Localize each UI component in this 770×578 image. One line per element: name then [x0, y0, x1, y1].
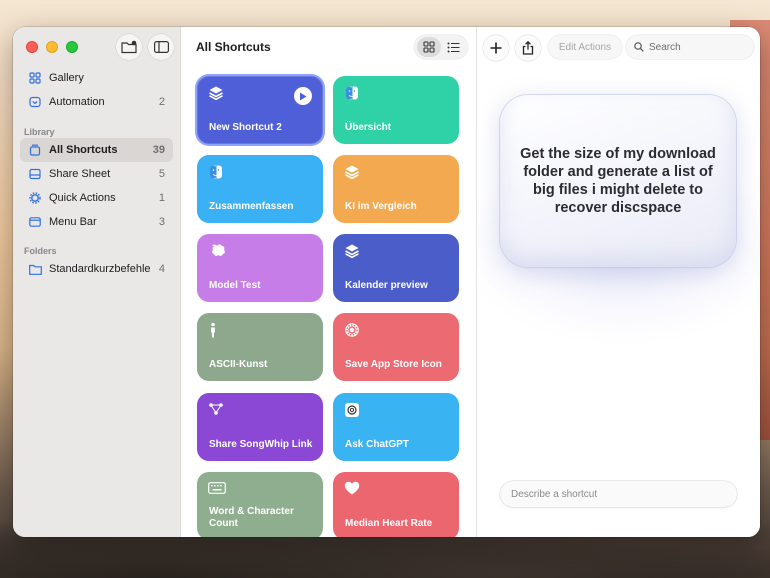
shortcut-card[interactable]: Zusammenfassen	[197, 155, 323, 223]
sidebar-item-label: Menu Bar	[49, 216, 97, 228]
sidebar-item-count: 3	[158, 216, 165, 228]
search-input[interactable]	[649, 41, 739, 53]
sidebar-item-label: Quick Actions	[49, 192, 116, 204]
layers-icon	[344, 243, 360, 259]
shortcut-label: Word & Character Count	[209, 506, 294, 529]
shortcut-card[interactable]: Ask ChatGPT	[333, 393, 459, 461]
page-title: All Shortcuts	[196, 40, 271, 54]
describe-shortcut-input[interactable]	[511, 488, 721, 500]
list-view-button[interactable]	[441, 37, 465, 57]
nodes-icon	[208, 402, 224, 418]
sidebar-item-quick-actions[interactable]: Quick Actions 1	[20, 186, 173, 210]
shortcut-label: Median Heart Rate	[345, 518, 433, 529]
share-sheet-icon	[26, 168, 44, 180]
shortcuts-pane: All Shortcuts New Shortcut 2 Übersicht Zus…	[181, 27, 477, 537]
figure-icon	[208, 322, 224, 338]
grid-view-button[interactable]	[417, 37, 441, 57]
plus-icon	[490, 42, 502, 54]
grid-icon	[423, 41, 435, 53]
layers-icon	[208, 85, 224, 101]
library-heading: Library	[24, 127, 55, 137]
shortcut-label: KI im Vergleich	[345, 201, 417, 212]
gallery-icon	[26, 72, 44, 84]
shortcut-card[interactable]: Share SongWhip Link	[197, 393, 323, 461]
sidebar-item-share-sheet[interactable]: Share Sheet 5	[20, 162, 173, 186]
folders-heading: Folders	[24, 246, 57, 256]
search-field	[626, 35, 754, 59]
sidebar-icon	[153, 41, 169, 53]
sidebar-item-count: 2	[158, 96, 165, 108]
sidebar-item-label: Standardkurzbefehle	[49, 263, 151, 275]
sidebar-item-menu-bar[interactable]: Menu Bar 3	[20, 210, 173, 234]
shortcut-label: Save App Store Icon	[345, 359, 442, 370]
shortcut-card[interactable]: Kalender preview	[333, 234, 459, 302]
keyboard-icon	[208, 481, 226, 497]
shortcut-card[interactable]: Save App Store Icon	[333, 313, 459, 381]
sidebar-item-label: All Shortcuts	[49, 144, 118, 156]
sidebar-item-count: 39	[152, 144, 165, 156]
editor-pane: Edit Actions Get the size of my download…	[478, 27, 760, 537]
sidebar-item-count: 1	[158, 192, 165, 204]
share-icon	[522, 41, 534, 55]
shortcut-card[interactable]: Model Test	[197, 234, 323, 302]
sidebar-item-all-shortcuts[interactable]: All Shortcuts 39	[20, 138, 173, 162]
finder-icon	[208, 164, 224, 180]
sidebar: Gallery Automation 2 Library All Shortcu…	[13, 27, 181, 537]
list-icon	[447, 42, 459, 52]
automation-icon	[26, 96, 44, 108]
chatgpt-icon	[344, 402, 360, 418]
describe-shortcut-field	[500, 481, 737, 507]
finder-icon	[344, 85, 360, 101]
add-button[interactable]	[483, 35, 509, 61]
shortcut-label: Model Test	[209, 280, 261, 291]
shortcut-card[interactable]: Übersicht	[333, 76, 459, 144]
new-folder-button[interactable]	[116, 34, 142, 60]
search-icon	[634, 42, 644, 52]
sidebar-item-automation[interactable]: Automation 2	[20, 90, 173, 114]
sidebar-item-count: 5	[158, 168, 165, 180]
shortcut-label: New Shortcut 2	[209, 122, 282, 133]
sidebar-item-label: Automation	[49, 96, 105, 108]
close-window-button[interactable]	[26, 41, 38, 53]
layers-icon	[344, 164, 360, 180]
toggle-sidebar-button[interactable]	[148, 34, 174, 60]
shortcut-label: ASCII-Kunst	[209, 359, 268, 370]
shortcut-card[interactable]: Median Heart Rate	[333, 472, 459, 537]
sidebar-item-standardkurzbefehle[interactable]: Standardkurzbefehle 4	[20, 257, 173, 281]
play-icon	[300, 92, 307, 100]
sidebar-item-count: 4	[158, 263, 165, 275]
shortcut-prompt-card: Get the size of my download folder and g…	[500, 95, 736, 267]
app-window: Gallery Automation 2 Library All Shortcu…	[13, 27, 760, 537]
minimize-window-button[interactable]	[46, 41, 58, 53]
shortcut-label: Zusammenfassen	[209, 201, 294, 212]
gear-badge-icon	[344, 322, 360, 338]
brain-icon	[208, 243, 225, 259]
shortcut-card[interactable]: ASCII-Kunst	[197, 313, 323, 381]
zoom-window-button[interactable]	[66, 41, 78, 53]
sidebar-item-label: Gallery	[49, 72, 84, 84]
shortcut-card[interactable]: KI im Vergleich	[333, 155, 459, 223]
shortcut-label: Ask ChatGPT	[345, 439, 409, 450]
heart-icon	[344, 481, 360, 497]
shortcut-label: Share SongWhip Link	[209, 439, 313, 450]
menu-bar-icon	[26, 216, 44, 228]
sidebar-item-label: Share Sheet	[49, 168, 111, 180]
shortcut-card[interactable]: New Shortcut 2	[197, 76, 323, 144]
shortcut-label: Übersicht	[345, 122, 392, 133]
share-button[interactable]	[515, 35, 541, 61]
sidebar-item-gallery[interactable]: Gallery	[20, 66, 173, 90]
shortcut-label: Kalender preview	[345, 280, 428, 291]
view-toggle	[414, 35, 468, 59]
folder-badge-icon	[121, 40, 137, 54]
prompt-text: Get the size of my download folder and g…	[520, 146, 716, 216]
gear-icon	[26, 192, 44, 204]
window-controls	[26, 41, 78, 53]
all-shortcuts-icon	[26, 144, 44, 156]
run-shortcut-button[interactable]	[294, 87, 312, 105]
edit-actions-button[interactable]: Edit Actions	[548, 35, 622, 59]
shortcut-card[interactable]: Word & Character Count	[197, 472, 323, 537]
folder-icon	[26, 264, 44, 275]
